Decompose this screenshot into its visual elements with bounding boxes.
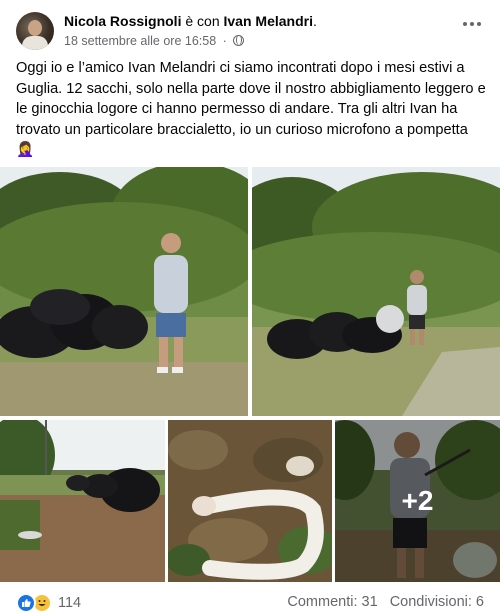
more-options-icon[interactable] [460, 14, 484, 34]
comments-count[interactable]: Commenti: 31 [287, 594, 377, 610]
post-timestamp[interactable]: 18 settembre alle ore 16:58 [64, 34, 216, 48]
photo-5[interactable]: +2 [335, 420, 500, 582]
with-text: è con [185, 13, 220, 29]
author-name[interactable]: Nicola Rossignoli [64, 13, 181, 29]
meta-separator: · [222, 34, 227, 48]
photo-1-image [0, 167, 248, 416]
author-avatar[interactable] [16, 12, 54, 50]
post-footer: 114 Commenti: 31 Condivisioni: 6 [0, 590, 500, 615]
photo-1[interactable] [0, 167, 248, 416]
post-meta: 18 settembre alle ore 16:58 · [64, 33, 245, 49]
globe-icon[interactable] [233, 35, 245, 46]
author-line: Nicola Rossignoli è con Ivan Melandri. [64, 12, 317, 30]
more-photos-overlay[interactable]: +2 [335, 420, 500, 582]
photo-3-image [0, 420, 165, 582]
photo-2[interactable] [252, 167, 500, 416]
shares-count[interactable]: Condivisioni: 6 [390, 594, 484, 610]
photo-3[interactable] [0, 420, 165, 582]
reaction-count: 114 [58, 595, 82, 611]
tagged-suffix: . [312, 13, 317, 29]
like-icon [16, 593, 36, 613]
post-stats: Commenti: 31 Condivisioni: 6 [287, 594, 484, 610]
post-text: Oggi io e l’amico Ivan Melandri ci siamo… [16, 60, 486, 158]
post-header: Nicola Rossignoli è con Ivan Melandri. 1… [0, 0, 500, 52]
reactions-summary[interactable]: 114 [16, 592, 81, 614]
tagged-name[interactable]: Ivan Melandri [224, 13, 313, 29]
photo-4-image [168, 420, 332, 582]
photo-4[interactable] [168, 420, 332, 582]
photo-2-image [252, 167, 500, 416]
